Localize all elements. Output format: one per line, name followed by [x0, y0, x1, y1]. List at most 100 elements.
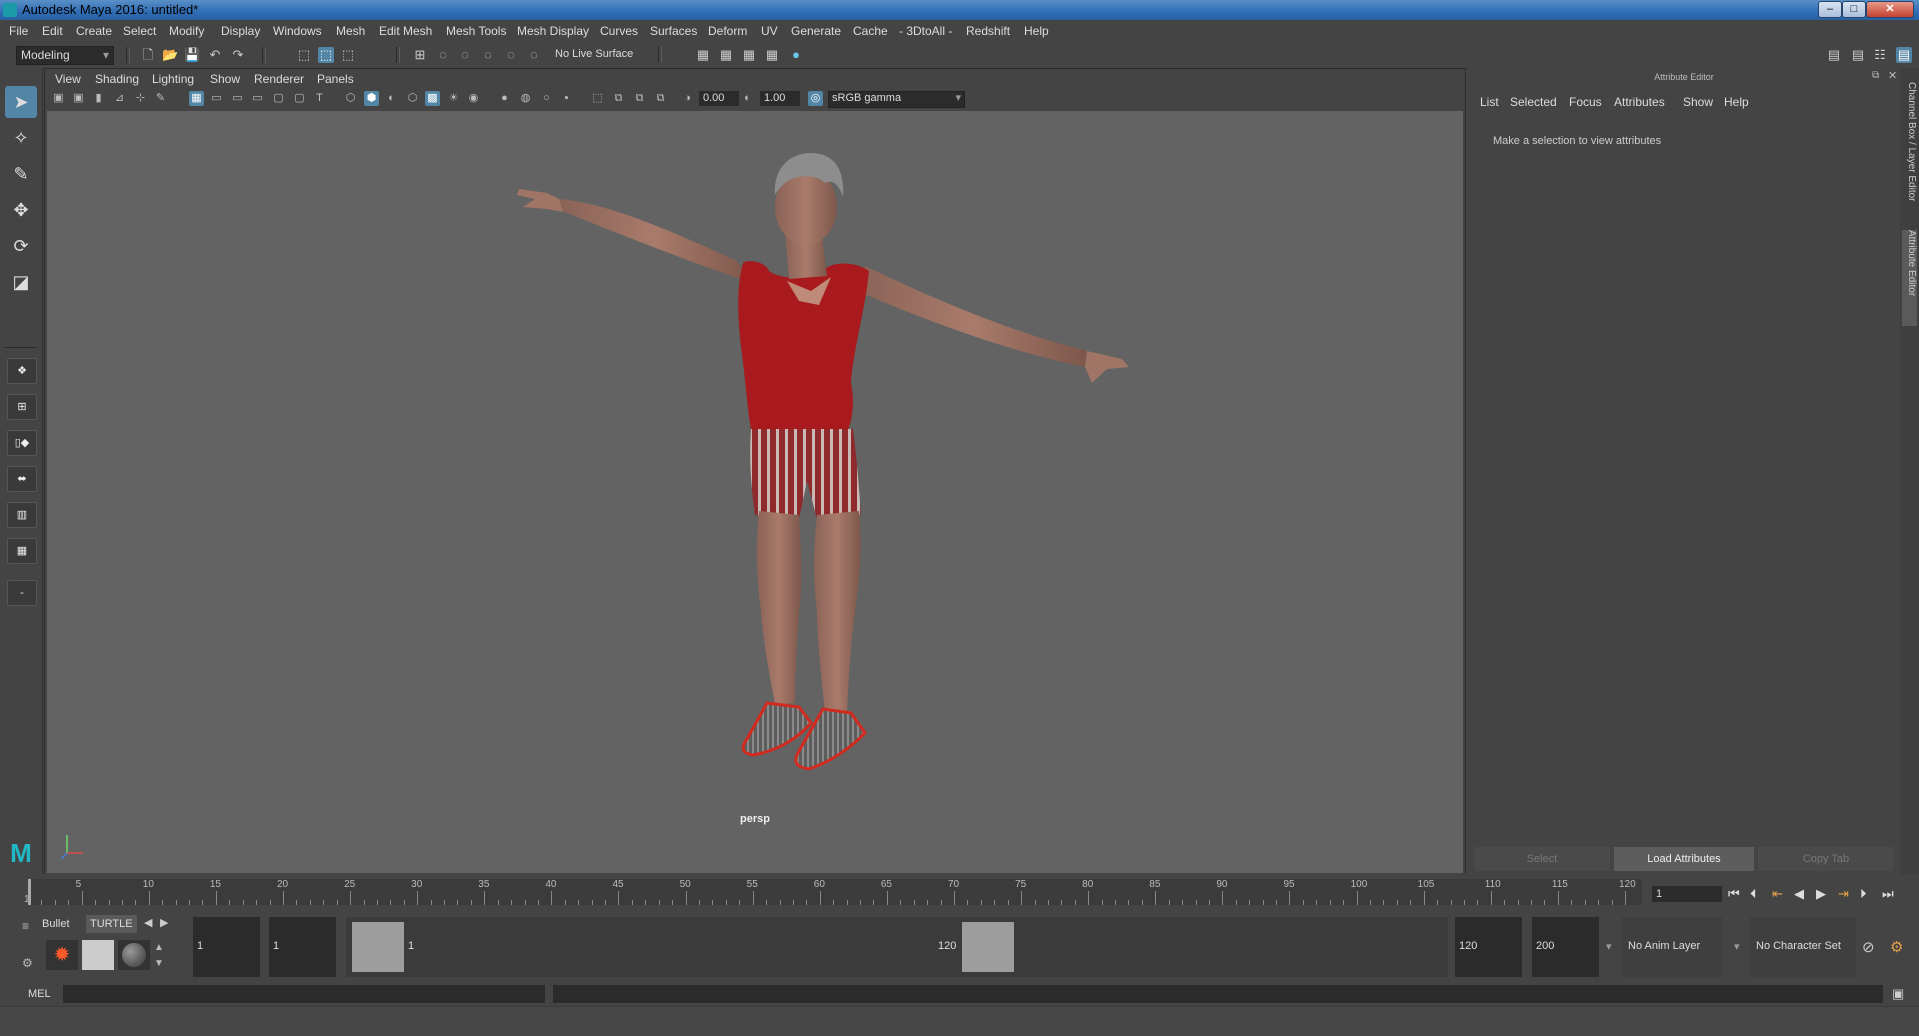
- film-gate-icon[interactable]: ▭: [209, 91, 224, 106]
- menu-redshift[interactable]: Redshift: [966, 24, 1010, 38]
- turtle-render-icon[interactable]: ✹: [46, 940, 78, 970]
- snap-view-icon[interactable]: ◌: [480, 47, 496, 63]
- attribute-editor-tab[interactable]: Attribute Editor: [1902, 230, 1917, 326]
- ae-menu-show[interactable]: Show: [1683, 95, 1713, 109]
- viewport-scene[interactable]: [47, 111, 1463, 873]
- select-component-icon[interactable]: ⬚: [340, 47, 356, 63]
- render-view-icon[interactable]: ▦: [764, 47, 780, 63]
- menu-mesh[interactable]: Mesh: [336, 24, 365, 38]
- safe-action-icon[interactable]: ▢: [292, 91, 307, 106]
- exposure-icon[interactable]: ◑: [680, 91, 695, 106]
- render-settings-icon[interactable]: ▦: [695, 47, 711, 63]
- step-back-frame-icon[interactable]: ⏴: [1750, 886, 1757, 902]
- vp-menu-panels[interactable]: Panels: [317, 72, 354, 86]
- load-attributes-button[interactable]: Load Attributes: [1614, 847, 1754, 871]
- time-slider-track[interactable]: 1 5 10 15 20 25 30 35 40 45 50 55 60 65 70 75 80 85 90 95 10…: [24, 879, 1642, 905]
- menu-display[interactable]: Display: [221, 24, 260, 38]
- isolate-select-icon[interactable]: ⬚: [590, 91, 605, 106]
- custom-layout-icon[interactable]: -: [7, 580, 37, 606]
- turtle-surface-icon[interactable]: [118, 940, 150, 970]
- menu-surfaces[interactable]: Surfaces: [650, 24, 697, 38]
- anim-layer-dropdown[interactable]: No Anim Layer: [1622, 917, 1722, 977]
- ae-menu-attributes[interactable]: Attributes: [1614, 95, 1665, 109]
- shelf-scroll-up-icon[interactable]: ▲: [154, 942, 164, 953]
- menu-modify[interactable]: Modify: [169, 24, 204, 38]
- persp-outliner-layout-icon[interactable]: ▯◆: [7, 430, 37, 456]
- snap-point-icon[interactable]: ◌: [457, 47, 473, 63]
- menu-select[interactable]: Select: [123, 24, 156, 38]
- shelf-tab-prev-icon[interactable]: ◀: [144, 916, 152, 929]
- tool-settings-icon[interactable]: ▤: [1850, 47, 1866, 63]
- ipr-render-icon[interactable]: ▦: [741, 47, 757, 63]
- shelf-tab-bullet[interactable]: Bullet: [38, 915, 74, 933]
- outliner-graph-layout-icon[interactable]: ▥: [7, 502, 37, 528]
- range-end-handle[interactable]: [962, 922, 1014, 972]
- gate-mask-icon[interactable]: ▭: [250, 91, 265, 106]
- menu-help[interactable]: Help: [1024, 24, 1049, 38]
- bookmark-icon[interactable]: ▮: [91, 91, 106, 106]
- xray-components-icon[interactable]: ⧉: [653, 91, 668, 106]
- range-start-handle[interactable]: [352, 922, 404, 972]
- ae-menu-focus[interactable]: Focus: [1569, 95, 1602, 109]
- rotate-tool-icon[interactable]: ⟳: [5, 230, 37, 262]
- move-tool-icon[interactable]: ✥: [5, 194, 37, 226]
- channel-box-icon[interactable]: ▤: [1896, 47, 1912, 63]
- outliner-icon[interactable]: ☷: [1872, 47, 1888, 63]
- vp-menu-show[interactable]: Show: [210, 72, 240, 86]
- camera-icon[interactable]: ▣: [51, 91, 66, 106]
- wireframe-on-shaded-icon[interactable]: ⬡: [405, 91, 420, 106]
- modeling-toolkit-icon[interactable]: ▤: [1826, 47, 1842, 63]
- render-frame-icon[interactable]: ▦: [718, 47, 734, 63]
- scale-tool-icon[interactable]: ◪: [5, 266, 37, 298]
- shelf-settings-icon[interactable]: ⚙: [22, 956, 33, 970]
- exposure-field[interactable]: 0.00: [699, 91, 739, 106]
- copy-tab-button[interactable]: Copy Tab: [1758, 847, 1894, 871]
- shadows-icon[interactable]: ◉: [466, 91, 481, 106]
- snap-surface-icon[interactable]: ◌: [503, 47, 519, 63]
- view-transform-dropdown[interactable]: sRGB gamma ▾: [828, 91, 965, 108]
- undo-icon[interactable]: ↶: [207, 47, 223, 63]
- command-input[interactable]: [63, 985, 545, 1003]
- single-perspective-layout-icon[interactable]: ❖: [7, 358, 37, 384]
- select-hierarchy-icon[interactable]: ⬚: [296, 47, 312, 63]
- multisample-aa-icon[interactable]: ○: [539, 91, 554, 106]
- grease-pencil-icon[interactable]: ✎: [153, 91, 168, 106]
- menu-deform[interactable]: Deform: [708, 24, 747, 38]
- menu-create[interactable]: Create: [76, 24, 112, 38]
- menu-cache[interactable]: Cache: [853, 24, 888, 38]
- go-to-start-icon[interactable]: ⏮: [1728, 886, 1740, 902]
- step-forward-key-icon[interactable]: ⇥: [1838, 886, 1849, 902]
- animation-prefs-icon[interactable]: ⚙: [1890, 938, 1903, 956]
- vp-menu-lighting[interactable]: Lighting: [152, 72, 194, 86]
- default-material-icon[interactable]: ◐: [384, 91, 399, 106]
- shelf-menu-icon[interactable]: ≡: [22, 920, 34, 932]
- range-bar-track[interactable]: 1 120: [346, 917, 1448, 977]
- vp-menu-renderer[interactable]: Renderer: [254, 72, 304, 86]
- snap-curve-icon[interactable]: ◌: [435, 47, 451, 63]
- xray-joints-icon[interactable]: ⧉: [632, 91, 647, 106]
- script-language-label[interactable]: MEL: [28, 988, 51, 1000]
- step-forward-frame-icon[interactable]: ⏵: [1860, 886, 1867, 902]
- menu-mesh-tools[interactable]: Mesh Tools: [446, 24, 506, 38]
- safe-title-icon[interactable]: T: [312, 91, 327, 106]
- 2d-pan-icon[interactable]: ⊹: [133, 91, 148, 106]
- float-panel-icon[interactable]: ⧉: [1872, 70, 1879, 81]
- close-panel-icon[interactable]: ✕: [1888, 69, 1897, 82]
- menu-file[interactable]: File: [9, 24, 28, 38]
- hypershade-icon[interactable]: ●: [788, 47, 804, 63]
- go-to-end-icon[interactable]: ⏭: [1882, 886, 1894, 902]
- ae-menu-selected[interactable]: Selected: [1510, 95, 1557, 109]
- close-button[interactable]: ✕: [1866, 1, 1914, 18]
- menu-curves[interactable]: Curves: [600, 24, 638, 38]
- turtle-bake-icon[interactable]: [82, 940, 114, 970]
- ae-menu-help[interactable]: Help: [1724, 95, 1749, 109]
- save-scene-icon[interactable]: 💾: [184, 47, 200, 63]
- auto-key-icon[interactable]: ⊘: [1862, 938, 1875, 956]
- depth-of-field-icon[interactable]: ▪: [559, 91, 574, 106]
- animation-end-field[interactable]: 200: [1532, 917, 1599, 977]
- paint-select-tool-icon[interactable]: ✎: [5, 158, 37, 190]
- playback-start-field[interactable]: 1: [269, 917, 336, 977]
- resolution-gate-icon[interactable]: ▭: [230, 91, 245, 106]
- image-plane-icon[interactable]: ⊿: [112, 91, 127, 106]
- step-back-key-icon[interactable]: ⇤: [1772, 886, 1783, 902]
